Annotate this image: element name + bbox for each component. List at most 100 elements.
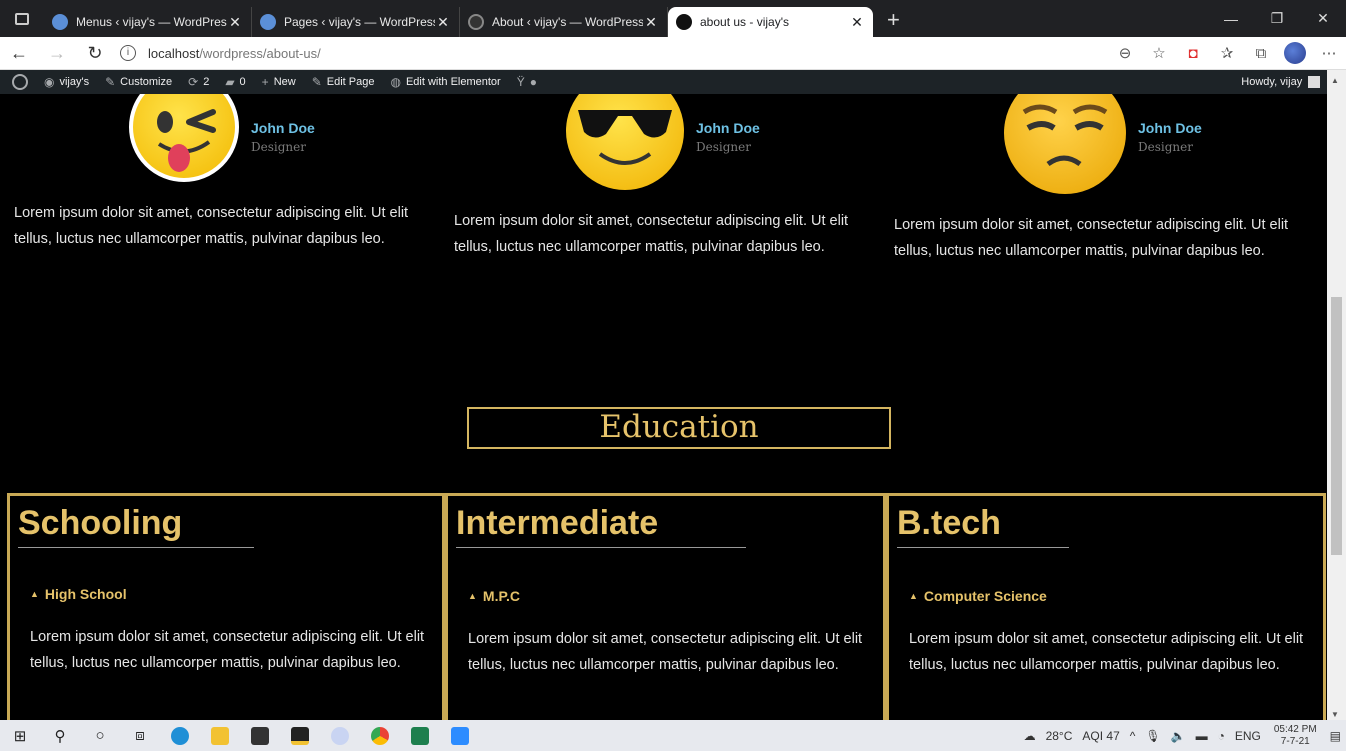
file-explorer-icon[interactable]: [200, 720, 240, 751]
zoom-meeting-icon[interactable]: [440, 720, 480, 751]
volume-icon[interactable]: 🔈: [1171, 729, 1186, 743]
wifi-icon[interactable]: ◔: [1218, 729, 1225, 743]
chrome-icon[interactable]: [360, 720, 400, 751]
profile-avatar[interactable]: [1284, 42, 1306, 64]
scroll-down-icon[interactable]: ▼: [1331, 710, 1339, 719]
education-toggle[interactable]: ▲ High School: [30, 586, 442, 602]
member-name: John Doe: [696, 120, 760, 136]
education-column: B.tech ▲ Computer Science Lorem ipsum dol…: [886, 493, 1326, 720]
yoast-icon: Ÿ: [516, 75, 525, 89]
maximize-icon[interactable]: ❐: [1254, 10, 1300, 27]
pocket-icon[interactable]: ◘: [1176, 45, 1210, 62]
pencil-icon: ✎: [311, 75, 322, 89]
wp-logo-menu[interactable]: [0, 74, 36, 90]
education-subtitle: Computer Science: [923, 588, 1047, 604]
forward-icon[interactable]: →: [38, 43, 76, 64]
close-tab-icon[interactable]: ✕: [643, 14, 659, 31]
wordpress-favicon-icon: [52, 14, 68, 30]
education-column: Intermediate ▲ M.P.C Lorem ipsum dolor si…: [445, 493, 886, 720]
start-windows-icon[interactable]: ⊞: [0, 720, 40, 751]
sunglasses-emoji-icon: [566, 94, 684, 190]
updates-icon: ⟳: [188, 75, 199, 89]
url-host: localhost: [148, 45, 200, 61]
whatsapp-icon[interactable]: [400, 720, 440, 751]
wp-customize[interactable]: ✎ Customize: [97, 75, 180, 89]
wp-comments[interactable]: ▰ 0: [217, 75, 253, 89]
site-info-icon[interactable]: i: [120, 45, 136, 61]
caret-up-icon: ▲: [909, 591, 918, 601]
app-icon[interactable]: [320, 720, 360, 751]
wp-yoast[interactable]: Ÿ ●: [509, 75, 550, 89]
close-tab-icon[interactable]: ✕: [435, 14, 451, 31]
address-bar: ← → ↻ i localhost/wordpress/about-us/ ⊖ …: [0, 37, 1346, 70]
education-toggle[interactable]: ▲ Computer Science: [909, 588, 1323, 604]
language-indicator[interactable]: ENG: [1235, 729, 1261, 743]
browser-toolbar: ⊖ ☆ ◘ ✰ ⧉ ⋯: [1108, 42, 1346, 64]
new-tab-icon[interactable]: +: [873, 7, 914, 37]
browser-tab[interactable]: Menus ‹ vijay's — WordPress ✕: [44, 7, 252, 37]
tab-actions-icon[interactable]: [0, 0, 44, 37]
wp-updates[interactable]: ⟳ 2: [180, 75, 217, 89]
edit-elementor-label: Edit with Elementor: [405, 76, 501, 88]
mic-icon[interactable]: 🎙: [1145, 729, 1160, 743]
url-field[interactable]: i localhost/wordpress/about-us/: [120, 45, 321, 61]
new-label: New: [273, 76, 296, 88]
tab-title: About ‹ vijay's — WordPress: [492, 15, 643, 29]
close-tab-icon[interactable]: ✕: [849, 14, 865, 31]
seo-status-dot-icon: ●: [529, 75, 537, 89]
collections-icon[interactable]: ⧉: [1244, 45, 1278, 62]
wp-site-name[interactable]: ◉ vijay's: [36, 75, 97, 89]
air-quality[interactable]: AQI 47: [1082, 729, 1119, 743]
zoom-icon[interactable]: ⊖: [1108, 44, 1142, 62]
unamused-emoji-icon: [1004, 94, 1126, 194]
task-view-icon[interactable]: ⧈: [120, 720, 160, 751]
back-icon[interactable]: ←: [0, 43, 38, 64]
browser-tab[interactable]: Pages ‹ vijay's — WordPress ✕: [252, 7, 460, 37]
site-favicon-icon: [468, 14, 484, 30]
scroll-up-icon[interactable]: ▲: [1331, 76, 1339, 85]
close-window-icon[interactable]: ✕: [1300, 10, 1346, 27]
team-member-card: John Doe Designer Lorem ipsum dolor sit …: [894, 94, 1314, 264]
education-title: Intermediate: [456, 504, 659, 542]
wordpress-logo-icon: [12, 74, 28, 90]
chevron-up-icon[interactable]: ^: [1130, 729, 1136, 743]
wp-edit-page[interactable]: ✎ Edit Page: [304, 75, 383, 89]
page-scrollbar[interactable]: ▲ ▼: [1327, 70, 1346, 720]
sticky-notes-icon[interactable]: [280, 720, 320, 751]
battery-icon[interactable]: ▬: [1196, 729, 1208, 743]
favorite-star-icon[interactable]: ☆: [1142, 44, 1176, 62]
wp-edit-elementor[interactable]: ◍ Edit with Elementor: [382, 75, 508, 89]
member-name: John Doe: [251, 120, 315, 136]
scrollbar-thumb[interactable]: [1331, 297, 1342, 555]
close-tab-icon[interactable]: ✕: [227, 14, 243, 31]
caret-up-icon: ▲: [468, 591, 477, 601]
notifications-icon[interactable]: ▤: [1330, 729, 1341, 743]
refresh-icon[interactable]: ↻: [76, 43, 114, 64]
more-menu-icon[interactable]: ⋯: [1312, 44, 1346, 62]
weather-temp[interactable]: 28°C: [1046, 729, 1073, 743]
weather-icon: ☁: [1023, 728, 1036, 743]
edit-page-label: Edit Page: [326, 76, 375, 88]
wp-new[interactable]: + New: [254, 75, 304, 89]
team-member-card: John Doe Designer Lorem ipsum dolor sit …: [454, 94, 874, 260]
tab-title: Pages ‹ vijay's — WordPress: [284, 15, 435, 29]
browser-tab[interactable]: About ‹ vijay's — WordPress ✕: [460, 7, 668, 37]
edge-icon[interactable]: [160, 720, 200, 751]
education-title: Schooling: [18, 504, 183, 542]
search-icon[interactable]: ⚲: [40, 720, 80, 751]
minimize-icon[interactable]: —: [1208, 11, 1254, 27]
user-avatar[interactable]: [1308, 76, 1321, 88]
dashboard-icon: ◉: [44, 75, 55, 89]
howdy-user[interactable]: Howdy, vijay: [1241, 76, 1302, 88]
browser-tab-active[interactable]: about us - vijay's ✕: [668, 7, 873, 37]
member-name: John Doe: [1138, 120, 1202, 136]
clock[interactable]: 05:42 PM 7-7-21: [1274, 724, 1317, 748]
window-controls: — ❐ ✕: [1208, 0, 1346, 37]
cortana-icon[interactable]: ○: [80, 720, 120, 751]
clock-time: 05:42 PM: [1273, 723, 1317, 735]
education-toggle[interactable]: ▲ M.P.C: [468, 588, 883, 604]
store-icon[interactable]: [240, 720, 280, 751]
favorites-icon[interactable]: ✰: [1210, 44, 1244, 62]
title-divider: [456, 547, 746, 548]
education-text: Lorem ipsum dolor sit amet, consectetur …: [468, 631, 863, 673]
